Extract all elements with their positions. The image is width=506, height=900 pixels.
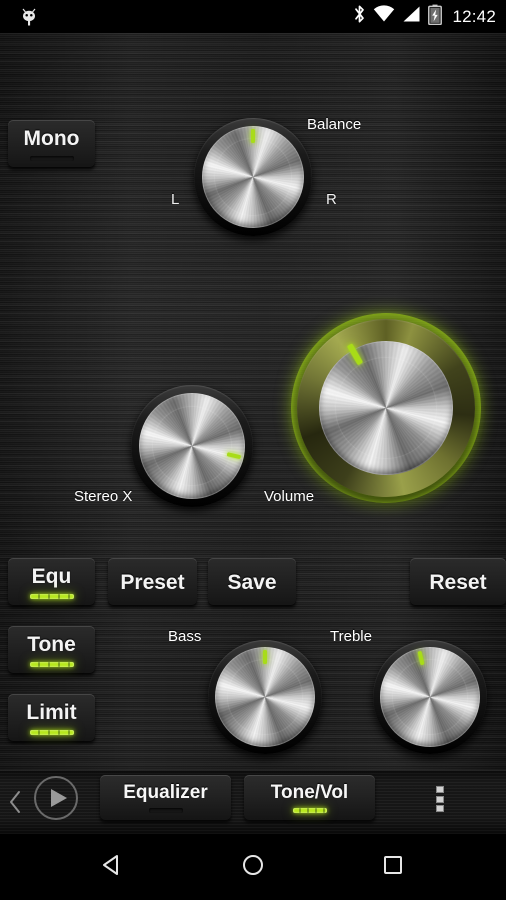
home-circle-icon [240,852,266,883]
overflow-dot [436,805,444,812]
reset-button[interactable]: Reset [410,558,506,606]
equ-led [29,593,74,599]
bass-knob[interactable] [208,640,322,754]
knob-face [202,126,304,228]
back-triangle-icon [99,852,125,883]
tab-tone-vol-label: Tone/Vol [270,782,349,803]
reset-label: Reset [429,570,487,594]
stereo-x-label: Stereo X [74,488,133,505]
bluetooth-icon [353,4,366,29]
save-label: Save [227,570,277,594]
status-bar: 12:42 [0,0,506,33]
play-triangle [51,789,67,807]
wifi-icon [373,4,395,29]
overflow-menu-icon[interactable] [436,786,446,812]
balance-min-label: L [171,191,180,208]
nav-back-button[interactable] [52,835,172,900]
overflow-dot [436,795,444,803]
android-navigation-bar [0,835,506,900]
status-clock: 12:42 [452,7,496,26]
chevron-left-icon[interactable] [6,788,24,816]
tone-label: Tone [27,632,76,656]
knob-face [319,341,453,475]
treble-knob[interactable] [373,640,487,754]
tab-tone-vol[interactable]: Tone/Vol [244,775,375,821]
treble-label: Treble [330,628,372,645]
limit-label: Limit [26,700,77,724]
save-button[interactable]: Save [208,558,296,606]
balance-max-label: R [326,191,337,208]
recents-square-icon [380,852,406,883]
app-panel: Mono Balance L R Stereo X Volume Equ Pre… [0,33,506,835]
knob-face [380,647,480,747]
tab-equalizer[interactable]: Equalizer [100,775,231,821]
equ-toggle-button[interactable]: Equ [8,558,95,606]
nav-home-button[interactable] [193,835,313,900]
preset-label: Preset [120,570,185,594]
balance-knob[interactable] [194,118,312,236]
volume-knob[interactable] [291,313,481,503]
stereo-x-knob[interactable] [131,385,253,507]
tab-tone-vol-led [292,808,327,813]
mono-led [29,155,74,161]
knob-face [139,393,245,499]
play-circle-icon[interactable] [34,776,78,820]
tone-toggle-button[interactable]: Tone [8,626,95,674]
preset-button[interactable]: Preset [108,558,197,606]
bass-label: Bass [168,628,202,645]
tone-led [29,661,74,667]
volume-label: Volume [264,488,315,505]
battery-charging-icon [428,4,443,30]
android-robot-icon [18,6,40,28]
status-icons: 12:42 [353,0,496,33]
overflow-dot [436,786,444,793]
equ-label: Equ [31,564,72,588]
knob-face [215,647,315,747]
balance-label: Balance [307,116,362,133]
tab-equalizer-label: Equalizer [123,782,208,803]
limit-led [29,729,74,735]
phone-screen: 12:42 Mono Balance L R Stereo X Volume E… [0,0,506,900]
tab-equalizer-led [148,808,183,813]
nav-recents-button[interactable] [333,835,453,900]
mono-label: Mono [23,126,80,150]
cellular-signal-icon [402,4,421,29]
mono-toggle-button[interactable]: Mono [8,120,95,168]
limit-toggle-button[interactable]: Limit [8,694,95,742]
